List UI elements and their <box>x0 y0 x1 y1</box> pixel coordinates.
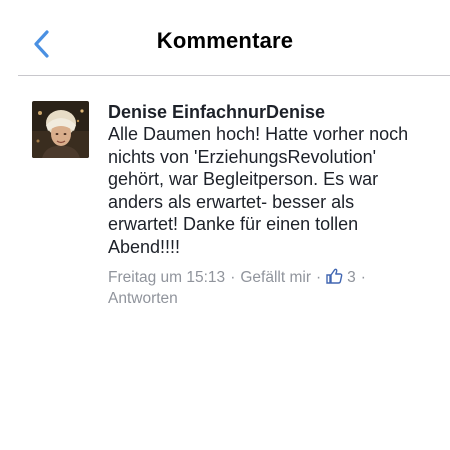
separator: · <box>230 269 236 286</box>
page-title: Kommentare <box>156 28 294 53</box>
comment-author[interactable]: Denise EinfachnurDenise <box>108 101 442 123</box>
comment-actions: Freitag um 15:13 · Gefällt mir · 3 · Antworten <box>108 267 442 309</box>
header-divider <box>18 75 450 76</box>
reply-button[interactable]: Antworten <box>108 290 178 307</box>
like-count-value: 3 <box>347 269 356 286</box>
separator: · <box>315 269 322 286</box>
like-button[interactable]: Gefällt mir <box>240 269 311 286</box>
comment-body: Denise EinfachnurDenise Alle Daumen hoch… <box>108 101 442 309</box>
thumbs-up-icon <box>326 268 343 284</box>
comment-timestamp[interactable]: Freitag um 15:13 <box>108 269 225 286</box>
like-count[interactable]: 3 <box>326 268 356 286</box>
avatar[interactable] <box>32 101 89 158</box>
navigation-bar: Kommentare <box>0 0 450 76</box>
comment-text: Alle Daumen hoch! Hatte vorher noch nich… <box>108 124 409 257</box>
separator: · <box>360 269 366 286</box>
